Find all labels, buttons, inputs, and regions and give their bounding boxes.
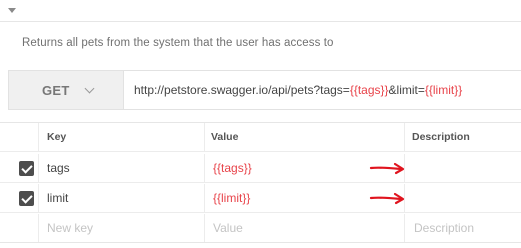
method-selector[interactable]: GET — [9, 71, 124, 109]
param-row: limit {{limit}} — [0, 184, 521, 213]
param-value[interactable]: {{limit}} — [213, 184, 250, 212]
request-view: Returns all pets from the system that th… — [0, 0, 521, 248]
param-checkbox[interactable] — [19, 191, 34, 206]
column-header-key: Key — [47, 131, 67, 143]
new-value-input[interactable]: Value — [213, 214, 243, 242]
url-variable-tags: {{tags}} — [349, 83, 389, 97]
url-mid: &limit= — [388, 83, 425, 97]
request-description: Returns all pets from the system that th… — [22, 37, 334, 49]
url-base: http://petstore.swagger.io/api/pets?tags… — [134, 83, 350, 97]
request-bar: GET http://petstore.swagger.io/api/pets?… — [8, 70, 521, 110]
url-variable-limit: {{limit}} — [424, 83, 463, 97]
param-description[interactable] — [412, 154, 521, 182]
new-param-row: New key Value Description — [0, 214, 521, 243]
params-table: Key Value Description tags {{tags}} limi… — [0, 122, 521, 248]
param-row: tags {{tags}} — [0, 154, 521, 183]
param-checkbox[interactable] — [19, 161, 34, 176]
param-key[interactable]: limit — [47, 184, 68, 212]
new-description-input[interactable]: Description — [414, 214, 474, 242]
url-input[interactable]: http://petstore.swagger.io/api/pets?tags… — [124, 71, 521, 109]
column-header-description: Description — [412, 131, 470, 143]
param-description[interactable] — [412, 184, 521, 212]
collapse-header[interactable] — [0, 0, 521, 22]
column-header-value: Value — [211, 131, 239, 143]
param-key[interactable]: tags — [47, 154, 70, 182]
caret-down-icon[interactable] — [8, 8, 16, 13]
param-value[interactable]: {{tags}} — [213, 154, 252, 182]
new-key-input[interactable]: New key — [47, 214, 93, 242]
params-header-row: Key Value Description — [0, 123, 521, 152]
annotation-arrow-icon — [369, 192, 405, 205]
annotation-arrow-icon — [369, 162, 405, 175]
chevron-down-icon — [84, 83, 95, 93]
divider — [0, 242, 521, 243]
method-label: GET — [42, 82, 70, 98]
